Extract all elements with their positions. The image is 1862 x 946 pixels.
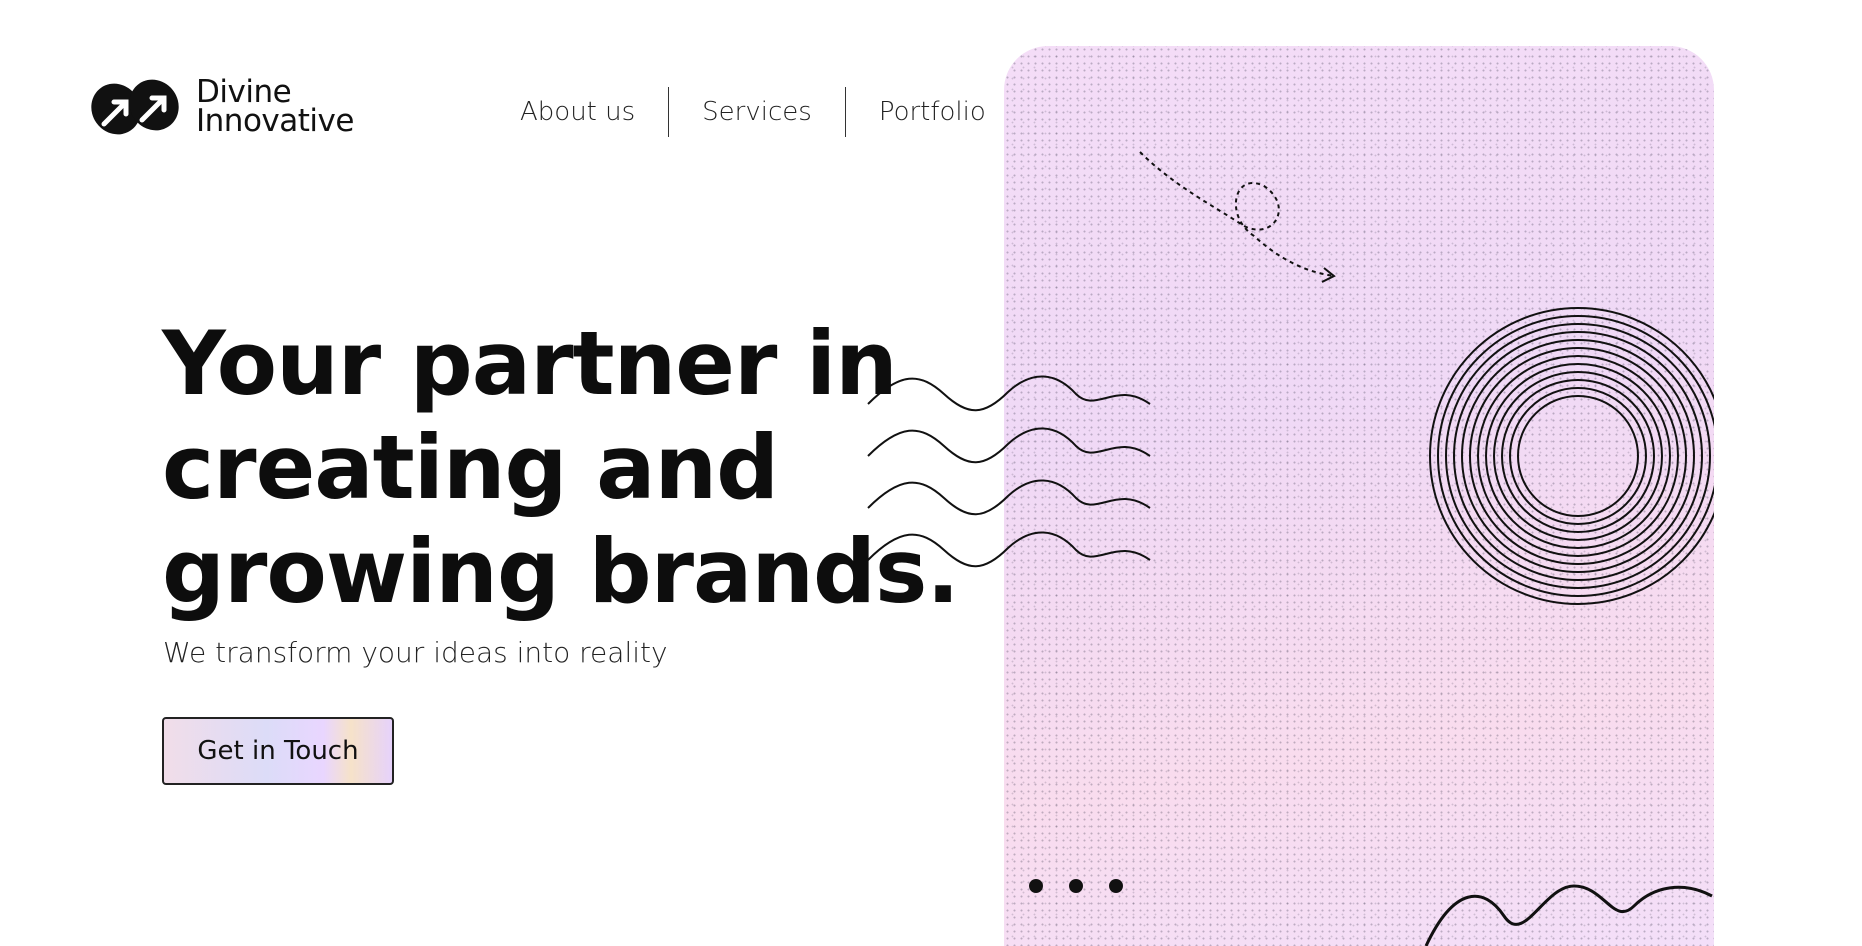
logo-link[interactable]: Divine Innovative: [86, 72, 376, 142]
hero-title-line: creating and: [162, 416, 779, 519]
concentric-circles-icon: [1429, 307, 1714, 605]
brand-name: Divine Innovative: [196, 77, 354, 139]
hero-title: Your partner in creating and growing bra…: [162, 312, 960, 624]
wave-line-icon: [1424, 884, 1713, 946]
hero-title-line: Your partner in: [162, 312, 898, 415]
hero-title-line: growing brands.: [162, 520, 960, 623]
main-nav: About us Services Portfolio: [496, 84, 1019, 140]
linked-arrows-logo-icon: [91, 79, 179, 135]
hero-subtitle: We transform your ideas into reality: [163, 636, 668, 669]
nav-portfolio[interactable]: Portfolio: [846, 97, 1019, 127]
nav-services[interactable]: Services: [669, 97, 845, 127]
dots-icon: [1029, 879, 1123, 893]
brand-name-line2: Innovative: [196, 103, 354, 139]
nav-about-us[interactable]: About us: [496, 97, 668, 127]
dashed-loop-arrow-icon: [1139, 151, 1336, 283]
get-in-touch-button[interactable]: Get in Touch: [162, 717, 394, 785]
